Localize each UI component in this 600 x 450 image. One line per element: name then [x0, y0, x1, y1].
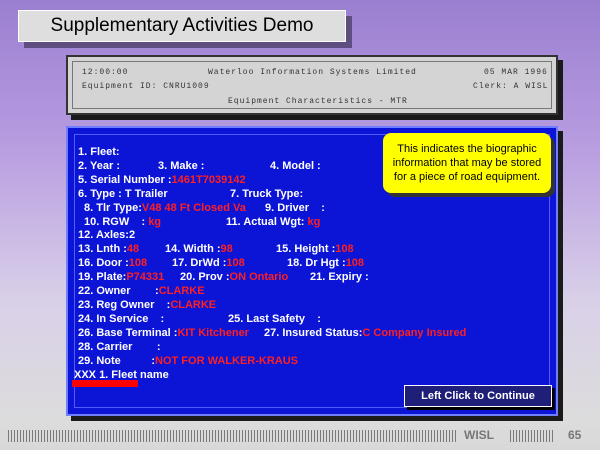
field-expiry: 21. Expiry : [310, 271, 369, 283]
field-tlr-type: 8. Tlr Type:V48 48 Ft Closed Va [84, 202, 246, 214]
field-door-label: 16. Door : [78, 257, 129, 269]
field-dr-hgt: 18. Dr Hgt :108 [287, 257, 364, 269]
field-base-terminal-value: KIT Kitchener [177, 327, 249, 339]
footer-brand: WISL [464, 428, 494, 442]
field-axles: 12. Axles:2 [78, 229, 136, 241]
field-width-label: 14. Width : [165, 243, 221, 255]
field-lnth-value: 48 [126, 243, 140, 255]
field-serial-value: 1461T7039142 [171, 174, 246, 186]
field-prov-label: 20. Prov : [180, 271, 230, 283]
field-width: 14. Width :98 [165, 243, 233, 255]
field-truck-type: 7. Truck Type: [230, 188, 304, 200]
callout-note: This indicates the biographic informatio… [383, 133, 551, 193]
field-last-safety: 25. Last Safety : [228, 313, 321, 325]
field-note-label: 29. Note : [78, 355, 156, 367]
field-owner-label: 22. Owner : [78, 285, 159, 297]
footer-decoration-bars [8, 430, 458, 442]
field-owner-value: CLARKE [158, 285, 205, 297]
terminal-date: 05 MAR 1996 [484, 68, 548, 77]
field-drwd-label: 17. DrWd : [172, 257, 227, 269]
terminal-equipment-id: Equipment ID: CNRU1009 [82, 82, 210, 91]
terminal-clerk: Clerk: A WISL [473, 82, 549, 91]
field-insured-status: 27. Insured Status:C Company Insured [264, 327, 466, 339]
field-type: 6. Type : T Trailer [78, 188, 168, 200]
field-lnth-label: 13. Lnth : [78, 243, 127, 255]
field-model: 4. Model : [270, 160, 321, 172]
field-in-service: 24. In Service : [78, 313, 165, 325]
field-owner: 22. Owner :CLARKE [78, 285, 205, 297]
field-prov-value: ON Ontario [229, 271, 289, 283]
field-plate-label: 19. Plate: [78, 271, 127, 283]
field-door-value: 108 [128, 257, 148, 269]
field-driver: 9. Driver : [265, 202, 325, 214]
continue-button[interactable]: Left Click to Continue [404, 385, 552, 407]
terminal-time: 12:00:00 [82, 68, 129, 77]
field-drwd-value: 108 [226, 257, 245, 269]
field-make: 3. Make : [158, 160, 205, 172]
field-lnth: 13. Lnth :48 [78, 243, 139, 255]
field-rgw: 10. RGW : kg [84, 216, 161, 228]
page-title: Supplementary Activities Demo [18, 10, 346, 42]
field-insured-label: 27. Insured Status: [264, 327, 363, 339]
field-plate: 19. Plate:P74331 [78, 271, 164, 283]
field-carrier: 28. Carrier : [78, 341, 161, 353]
field-drhgt-label: 18. Dr Hgt : [287, 257, 346, 269]
field-prov: 20. Prov :ON Ontario [180, 271, 288, 283]
footer-decoration-bars-right [510, 430, 555, 442]
field-note-value: NOT FOR WALKER-KRAUS [155, 355, 299, 367]
field-height-value: 108 [335, 243, 354, 255]
field-serial-number: 5. Serial Number :1461T7039142 [78, 174, 246, 186]
field-reg-owner-label: 23. Reg Owner : [78, 299, 171, 311]
field-width-value: 98 [220, 243, 233, 255]
field-year: 2. Year : [78, 160, 120, 172]
field-rgw-value: kg [148, 216, 162, 228]
terminal-screen-title: Equipment Characteristics - MTR [228, 97, 408, 106]
field-note: 29. Note :NOT FOR WALKER-KRAUS [78, 355, 298, 367]
field-fleet: 1. Fleet: [78, 146, 120, 158]
field-actual-wgt-value: kg [307, 216, 321, 228]
field-tlr-type-label: 8. Tlr Type: [84, 202, 142, 214]
field-door: 16. Door :108 [78, 257, 147, 269]
field-base-terminal-label: 26. Base Terminal : [78, 327, 178, 339]
field-drhgt-value: 108 [345, 257, 365, 269]
terminal-header: 12:00:00 Waterloo Information Systems Li… [66, 55, 558, 115]
field-insured-value: C Company Insured [362, 327, 467, 339]
field-actual-wgt-label: 11. Actual Wgt: [226, 216, 305, 228]
field-tlr-type-value: V48 48 Ft Closed Va [141, 202, 246, 214]
field-serial-label: 5. Serial Number : [78, 174, 172, 186]
command-cursor-bar [72, 380, 138, 387]
field-height: 15. Height :108 [276, 243, 354, 255]
terminal-company: Waterloo Information Systems Limited [208, 68, 417, 77]
field-base-terminal: 26. Base Terminal :KIT Kitchener [78, 327, 249, 339]
field-drwd: 17. DrWd :108 [172, 257, 245, 269]
page-number: 65 [568, 428, 582, 442]
field-reg-owner-value: CLARKE [170, 299, 217, 311]
field-height-label: 15. Height : [276, 243, 336, 255]
field-plate-value: P74331 [126, 271, 165, 283]
field-actual-wgt: 11. Actual Wgt: kg [226, 216, 320, 228]
field-rgw-label: 10. RGW : [84, 216, 146, 228]
field-reg-owner: 23. Reg Owner :CLARKE [78, 299, 216, 311]
